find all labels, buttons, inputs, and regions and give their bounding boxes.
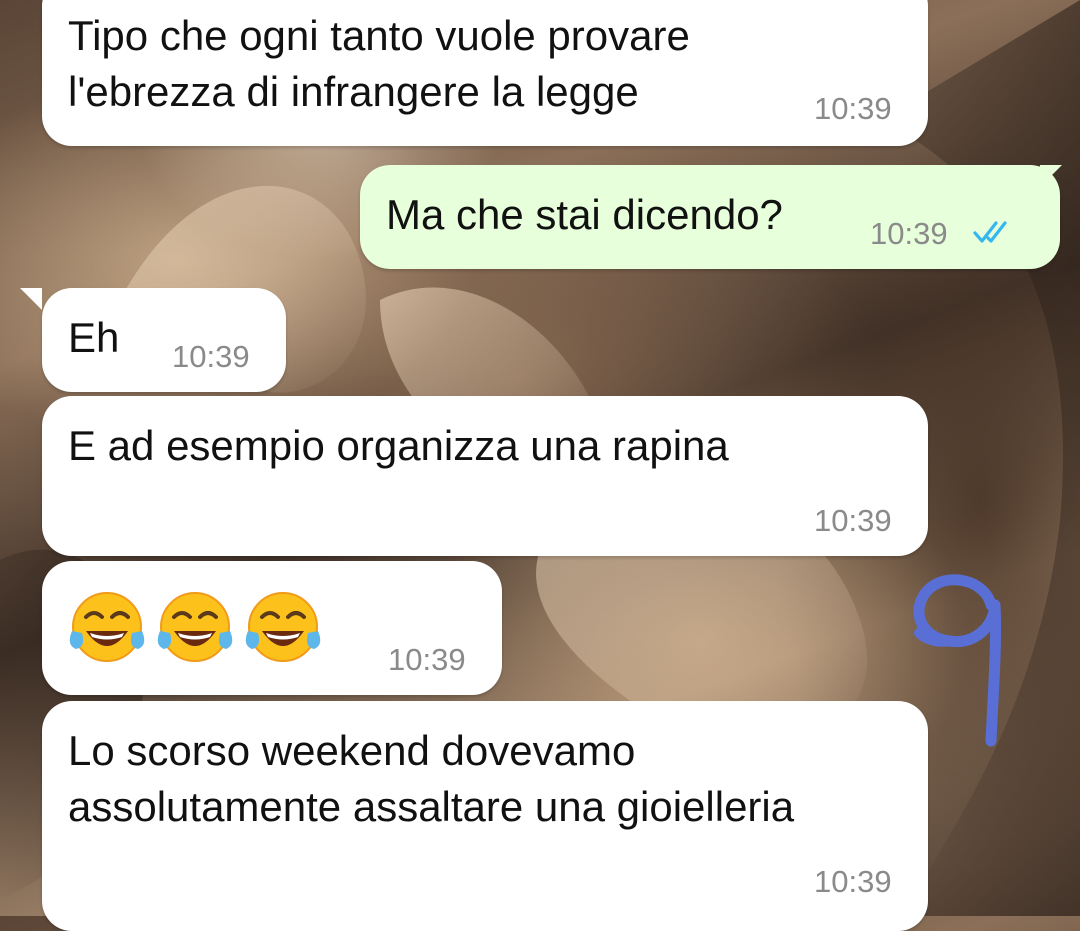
bubble-tail xyxy=(20,288,42,310)
emoji-row xyxy=(66,587,324,669)
hand-drawn-number-9 xyxy=(913,574,1002,747)
message-timestamp: 10:39 xyxy=(814,503,892,538)
message-bubble-incoming[interactable]: E ad esempio organizza una rapina 10:39 xyxy=(42,396,928,556)
face-with-tears-of-joy-icon xyxy=(69,592,145,662)
message-text: Ma che stai dicendo? xyxy=(386,191,783,238)
message-timestamp: 10:39 xyxy=(172,339,250,374)
message-text: Tipo che ogni tanto vuole provare l'ebre… xyxy=(68,12,690,115)
double-check-read-icon xyxy=(973,221,1007,243)
message-text: Lo scorso weekend dovevamo assolutamente… xyxy=(68,727,795,830)
message-bubble-incoming[interactable]: Lo scorso weekend dovevamo assolutamente… xyxy=(42,701,928,931)
message-timestamp: 10:39 xyxy=(388,642,466,677)
message-text: E ad esempio organizza una rapina xyxy=(68,422,729,469)
message-bubble-incoming[interactable]: Eh 10:39 xyxy=(42,288,286,392)
message-timestamp: 10:39 xyxy=(814,91,892,126)
message-bubble-incoming[interactable]: 10:39 xyxy=(42,561,502,695)
message-text: Eh xyxy=(68,314,120,361)
message-timestamp: 10:39 xyxy=(870,216,948,251)
message-bubble-outgoing[interactable]: Ma che stai dicendo? 10:39 xyxy=(360,165,1060,269)
face-with-tears-of-joy-icon xyxy=(157,592,233,662)
face-with-tears-of-joy-icon xyxy=(245,592,321,662)
message-timestamp: 10:39 xyxy=(814,864,892,899)
message-bubble-incoming[interactable]: Tipo che ogni tanto vuole provare l'ebre… xyxy=(42,0,928,146)
